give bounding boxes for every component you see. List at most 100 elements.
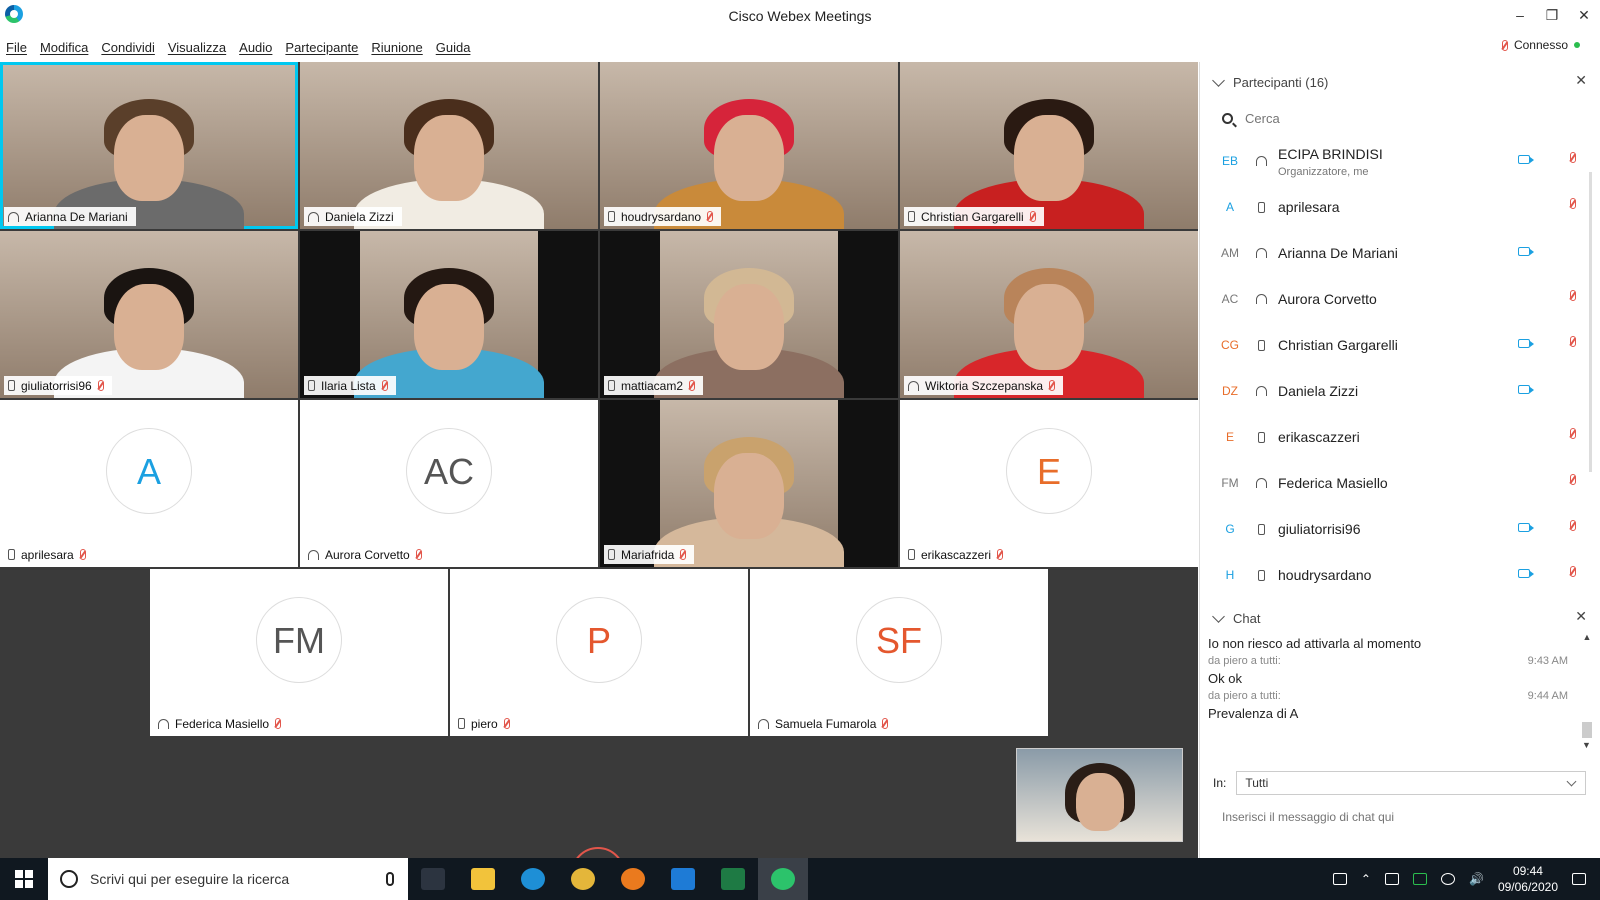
participant-name: Mariafrida	[621, 547, 675, 562]
menu-condividi[interactable]: Condividi	[101, 40, 154, 55]
chat-messages: Io non riesco ad attivarla al momento da …	[1208, 634, 1568, 742]
menu-partecipante[interactable]: Partecipante	[285, 40, 358, 55]
close-chat-icon[interactable]: ✕	[1575, 608, 1587, 625]
video-camera-icon[interactable]	[1518, 155, 1534, 164]
avatar: SF	[856, 597, 942, 683]
menu-audio[interactable]: Audio	[239, 40, 272, 55]
video-tile[interactable]: FM Federica Masiello	[150, 569, 448, 736]
close-button[interactable]: ✕	[1568, 0, 1600, 30]
video-tile[interactable]: SF Samuela Fumarola	[750, 569, 1048, 736]
connection-status[interactable]: Connesso	[1501, 38, 1580, 52]
participant-row[interactable]: Ggiuliatorrisi96	[1200, 506, 1586, 552]
participant-name: Federica Masiello	[1278, 475, 1388, 491]
phone-icon	[608, 211, 615, 222]
self-view-video[interactable]	[1016, 748, 1183, 842]
network-icon[interactable]	[1440, 873, 1455, 885]
menu-guida[interactable]: Guida	[436, 40, 471, 55]
participant-name: erikascazzeri	[1278, 429, 1360, 445]
video-tile[interactable]: Christian Gargarelli	[900, 62, 1198, 229]
security-icon[interactable]	[1412, 873, 1427, 885]
video-camera-icon[interactable]	[1518, 339, 1534, 348]
participant-row[interactable]: DZ Daniela Zizzi	[1200, 368, 1586, 414]
participant-initials: FM	[1221, 476, 1239, 490]
video-tile[interactable]: Ppiero	[450, 569, 748, 736]
participant-row[interactable]: EB ECIPA BRINDISI Organizzatore, me	[1200, 138, 1586, 184]
video-camera-icon[interactable]	[1518, 523, 1534, 532]
menu-visualizza[interactable]: Visualizza	[168, 40, 226, 55]
video-tile[interactable]: Ilaria Lista	[300, 231, 598, 398]
mic-muted-icon[interactable]	[1570, 152, 1576, 163]
menu-file[interactable]: File	[6, 40, 27, 55]
participant-label: Federica Masiello	[154, 714, 289, 733]
participant-row[interactable]: Hhoudrysardano	[1200, 552, 1586, 598]
mic-muted-icon[interactable]	[1570, 290, 1576, 301]
participant-name: Samuela Fumarola	[775, 716, 877, 731]
phone-icon	[908, 211, 915, 222]
chat-recipient-select[interactable]: Tutti	[1236, 771, 1587, 795]
video-tile[interactable]: Aaprilesara	[0, 400, 298, 567]
mic-muted-icon[interactable]	[1570, 198, 1576, 209]
video-tile[interactable]: giuliatorrisi96	[0, 231, 298, 398]
edge-taskbar-icon[interactable]	[508, 858, 558, 900]
mic-muted-icon[interactable]	[1570, 566, 1576, 577]
excel-taskbar-icon[interactable]	[708, 858, 758, 900]
video-tile[interactable]: Wiktoria Szczepanska	[900, 231, 1198, 398]
windows-start-icon[interactable]	[0, 858, 48, 900]
video-camera-icon[interactable]	[1518, 247, 1534, 256]
participant-label: Ilaria Lista	[304, 376, 396, 395]
taskbar-search[interactable]: Scrivi qui per eseguire la ricerca	[48, 858, 408, 900]
chat-message-meta: da piero a tutti: 9:44 AM	[1208, 688, 1568, 704]
battery-icon[interactable]	[1384, 873, 1399, 885]
microphone-icon[interactable]	[386, 872, 394, 886]
menu-riunione[interactable]: Riunione	[371, 40, 422, 55]
scroll-thumb[interactable]	[1582, 722, 1592, 738]
participants-search[interactable]	[1222, 106, 1562, 130]
menu-modifica[interactable]: Modifica	[40, 40, 88, 55]
video-tile[interactable]: Mariafrida	[600, 400, 898, 567]
video-tile[interactable]: mattiacam2	[600, 231, 898, 398]
video-tile[interactable]: houdrysardano	[600, 62, 898, 229]
minimize-button[interactable]: –	[1504, 0, 1536, 30]
video-tile[interactable]: AC Aurora Corvetto	[300, 400, 598, 567]
video-tile[interactable]: Arianna De Mariani	[0, 62, 298, 229]
participants-header[interactable]: Partecipanti (16) ✕	[1200, 70, 1600, 94]
mic-muted-icon[interactable]	[1570, 336, 1576, 347]
chat-header[interactable]: Chat ✕	[1200, 606, 1600, 630]
video-tile[interactable]: Eerikascazzeri	[900, 400, 1198, 567]
notifications-icon[interactable]	[1572, 873, 1586, 885]
participant-row[interactable]: Aaprilesara	[1200, 184, 1586, 230]
mail-taskbar-icon[interactable]	[658, 858, 708, 900]
firefox-taskbar-icon[interactable]	[608, 858, 658, 900]
chat-scrollbar[interactable]: ▲ ▼	[1582, 632, 1592, 752]
mic-muted-icon[interactable]	[1570, 474, 1576, 485]
clock[interactable]: 09:44 09/06/2020	[1498, 863, 1558, 895]
participant-row[interactable]: AM Arianna De Mariani	[1200, 230, 1586, 276]
chevron-down-icon[interactable]	[1212, 73, 1225, 87]
webex-taskbar-icon[interactable]	[758, 858, 808, 900]
participant-row[interactable]: AC Aurora Corvetto	[1200, 276, 1586, 322]
participants-scrollbar[interactable]	[1589, 172, 1592, 472]
phone-icon	[8, 549, 15, 560]
video-camera-icon[interactable]	[1518, 569, 1534, 578]
chrome-taskbar-icon[interactable]	[558, 858, 608, 900]
restore-button[interactable]: ❐	[1536, 0, 1568, 30]
mic-muted-icon[interactable]	[1570, 520, 1576, 531]
participant-row[interactable]: CG Christian Gargarelli	[1200, 322, 1586, 368]
video-tile[interactable]: Daniela Zizzi	[300, 62, 598, 229]
chat-message-input[interactable]	[1222, 810, 1582, 824]
participant-row[interactable]: Eerikascazzeri	[1200, 414, 1586, 460]
chevron-up-icon[interactable]: ⌃	[1361, 872, 1371, 886]
people-icon[interactable]	[1332, 873, 1347, 885]
mic-muted-icon[interactable]	[1570, 428, 1576, 439]
close-participants-icon[interactable]: ✕	[1575, 72, 1587, 89]
chevron-down-icon[interactable]	[1212, 609, 1225, 623]
chat-message-meta: da piero a tutti: 9:43 AM	[1208, 653, 1568, 669]
file-explorer-taskbar-icon[interactable]	[458, 858, 508, 900]
scroll-down-icon[interactable]: ▼	[1582, 740, 1591, 750]
search-input[interactable]	[1245, 110, 1505, 126]
video-camera-icon[interactable]	[1518, 385, 1534, 394]
task-view-taskbar-icon[interactable]	[408, 858, 458, 900]
scroll-up-icon[interactable]: ▲	[1582, 632, 1592, 642]
volume-icon[interactable]: 🔊	[1469, 872, 1484, 886]
participant-row[interactable]: FM Federica Masiello	[1200, 460, 1586, 506]
